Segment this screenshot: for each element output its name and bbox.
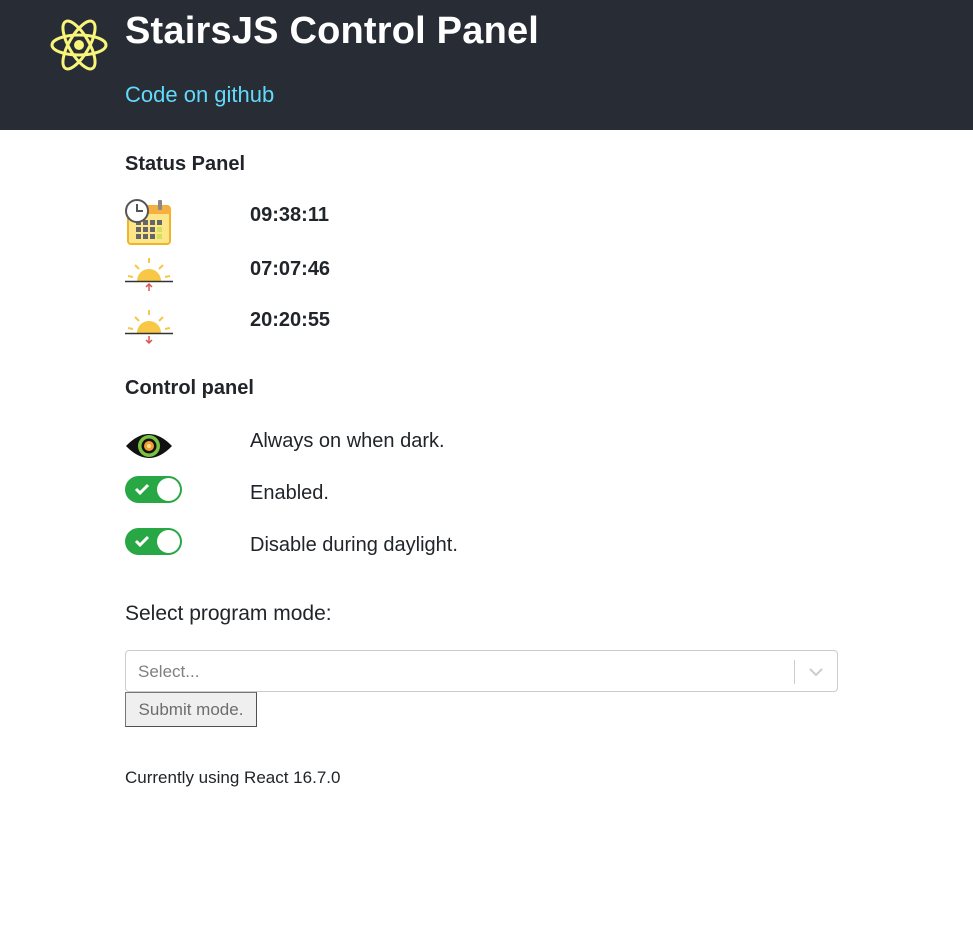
select-placeholder: Select... xyxy=(138,662,200,681)
sunrise-icon xyxy=(125,258,173,291)
submit-mode-button[interactable]: Submit mode. xyxy=(125,692,257,727)
toggle-knob xyxy=(157,530,180,553)
eye-icon xyxy=(126,434,172,458)
current-time-value: 09:38:11 xyxy=(250,204,329,226)
status-row-sunrise: 07:07:46 xyxy=(125,250,845,298)
sunset-icon xyxy=(125,310,173,345)
chevron-down-icon[interactable] xyxy=(806,663,826,681)
sunrise-time-value: 07:07:46 xyxy=(250,258,331,280)
status-panel-heading: Status Panel xyxy=(125,153,246,175)
control-row-always-on: Always on when dark. xyxy=(125,428,845,476)
app-title: StairsJS Control Panel xyxy=(125,10,540,52)
react-version-text: Currently using React 16.7.0 xyxy=(125,768,341,787)
control-panel-heading: Control panel xyxy=(125,377,254,399)
control-row-enabled: Enabled. xyxy=(125,476,845,524)
enabled-toggle[interactable] xyxy=(125,476,182,503)
react-atom-icon xyxy=(50,19,108,71)
toggle-knob xyxy=(157,478,180,501)
select-separator xyxy=(794,660,795,684)
disable-daylight-label: Disable during daylight. xyxy=(250,534,458,556)
clock-calendar-icon xyxy=(125,199,171,245)
github-link[interactable]: Code on github xyxy=(125,82,274,108)
disable-daylight-toggle[interactable] xyxy=(125,528,182,555)
status-row-time: 09:38:11 xyxy=(125,198,845,246)
sunset-time-value: 20:20:55 xyxy=(250,309,331,331)
program-mode-select[interactable]: Select... xyxy=(125,650,838,692)
program-mode-label: Select program mode: xyxy=(125,602,332,625)
always-on-label: Always on when dark. xyxy=(250,430,445,452)
app-header: StairsJS Control Panel Code on github xyxy=(0,0,973,130)
check-icon xyxy=(134,483,150,496)
status-row-sunset: 20:20:55 xyxy=(125,302,845,350)
enabled-label: Enabled. xyxy=(250,482,329,504)
check-icon xyxy=(134,535,150,548)
control-row-daylight: Disable during daylight. xyxy=(125,528,845,576)
